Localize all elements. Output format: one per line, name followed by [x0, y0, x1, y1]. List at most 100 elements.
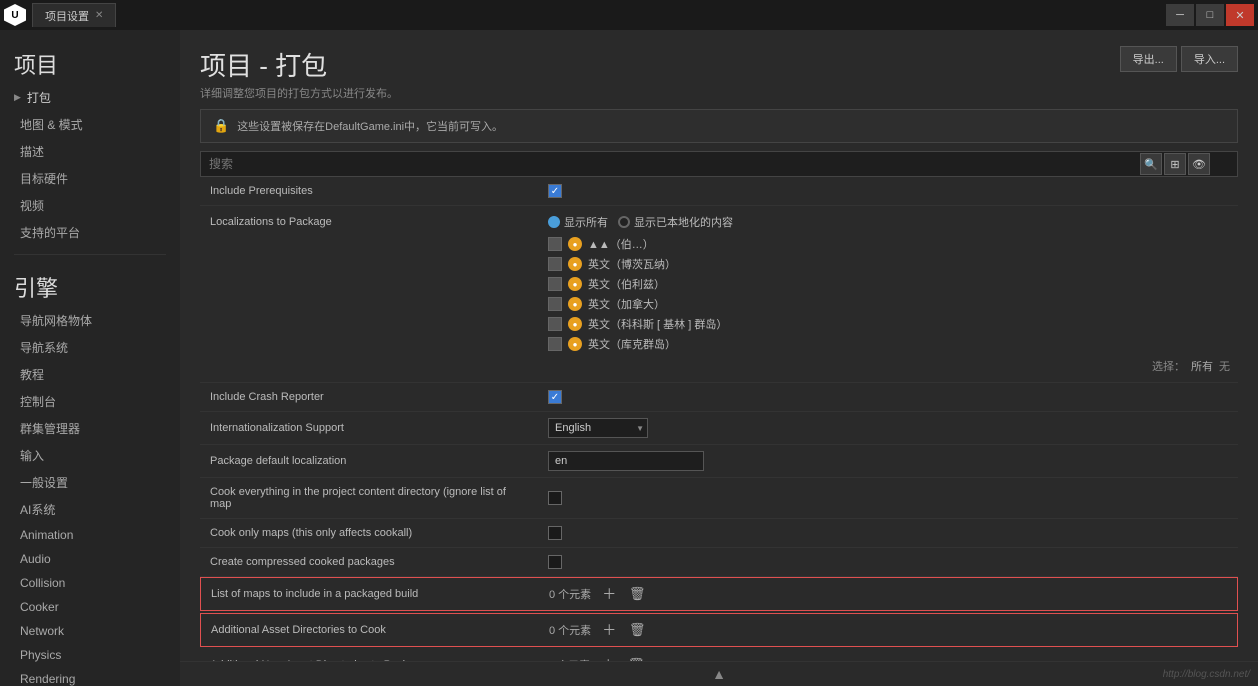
sidebar-item-network[interactable]: Network	[0, 619, 180, 643]
additional-asset-dirs-delete-icon[interactable]: 🗑	[627, 620, 647, 640]
page-title: 项目 - 打包	[200, 46, 398, 83]
list-of-maps-count: 0 个元素	[549, 586, 591, 602]
sidebar-item-input-label: 输入	[20, 447, 44, 464]
sidebar-item-animation[interactable]: Animation	[0, 523, 180, 547]
title-bar-left: U 项目设置 ✕	[4, 3, 116, 27]
grid-view-icon[interactable]: ⊞	[1164, 153, 1186, 175]
sidebar-item-general[interactable]: 一般设置	[0, 469, 180, 496]
app-body: 项目 ▶ 打包 地图 & 模式 描述 目标硬件 视频 支持的平台 引擎 导航网格…	[0, 30, 1258, 686]
tab-close-icon[interactable]: ✕	[95, 10, 103, 21]
cook-only-maps-row: Cook only maps (this only affects cookal…	[200, 519, 1238, 548]
sidebar-item-rendering[interactable]: Rendering	[0, 667, 180, 686]
loc-item-cocos-label: 英文（科科斯 [ 基林 ] 群岛）	[588, 316, 727, 332]
cook-everything-row: Cook everything in the project content d…	[200, 478, 1238, 519]
content-title-area: 项目 - 打包 详细调整您项目的打包方式以进行发布。	[200, 46, 398, 101]
sidebar-item-console[interactable]: 控制台	[0, 388, 180, 415]
include-prerequisites-row: Include Prerequisites	[200, 177, 1238, 206]
sidebar-item-cluster-manager-label: 群集管理器	[20, 420, 80, 437]
maximize-button[interactable]: □	[1196, 4, 1224, 26]
sidebar-item-video[interactable]: 视频	[0, 192, 180, 219]
list-of-maps-value: 0 个元素 ＋ 🗑	[541, 582, 1237, 606]
sidebar-item-general-label: 一般设置	[20, 474, 68, 491]
additional-asset-dirs-add-icon[interactable]: ＋	[599, 620, 619, 640]
export-button[interactable]: 导出...	[1120, 46, 1177, 72]
loc-item-truncated-label: ▲▲（伯…）	[588, 236, 654, 252]
include-prerequisites-checkbox[interactable]	[548, 184, 562, 198]
content-area: 项目 - 打包 详细调整您项目的打包方式以进行发布。 导出... 导入... 🔒…	[180, 30, 1258, 686]
sidebar-item-cluster-manager[interactable]: 群集管理器	[0, 415, 180, 442]
radio-show-all-label: 显示所有	[564, 214, 608, 230]
search-icon[interactable]: 🔍	[1140, 153, 1162, 175]
loc-checkbox-truncated[interactable]	[548, 237, 562, 251]
scroll-down-icon[interactable]: ▲	[712, 666, 726, 682]
sidebar-item-maps-label: 地图 & 模式	[20, 116, 83, 133]
loc-checkbox-cocos[interactable]	[548, 317, 562, 331]
sidebar-item-input[interactable]: 输入	[0, 442, 180, 469]
sidebar-item-description[interactable]: 描述	[0, 138, 180, 165]
list-of-maps-row: List of maps to include in a packaged bu…	[200, 577, 1238, 611]
sidebar-item-maps[interactable]: 地图 & 模式	[0, 111, 180, 138]
radio-show-localized-label: 显示已本地化的内容	[634, 214, 733, 230]
cook-only-maps-checkbox[interactable]	[548, 526, 562, 540]
import-button[interactable]: 导入...	[1181, 46, 1238, 72]
crash-reporter-label: Include Crash Reporter	[200, 387, 540, 407]
list-of-maps-label: List of maps to include in a packaged bu…	[201, 584, 541, 604]
localization-show-localized[interactable]: 显示已本地化的内容	[618, 214, 733, 230]
internationalization-select[interactable]: English	[548, 418, 648, 438]
list-of-maps-add-icon[interactable]: ＋	[599, 584, 619, 604]
page-subtitle: 详细调整您项目的打包方式以进行发布。	[200, 85, 398, 101]
loc-checkbox-cook[interactable]	[548, 337, 562, 351]
filter-icon[interactable]: 👁	[1188, 153, 1210, 175]
internationalization-value: English	[540, 416, 1238, 440]
list-of-maps-delete-icon[interactable]: 🗑	[627, 584, 647, 604]
loc-checkbox-belize[interactable]	[548, 277, 562, 291]
localization-select-row: 选择： 所有 无	[540, 356, 1238, 376]
loc-item-cook-label: 英文（库克群岛）	[588, 336, 676, 352]
ue-logo-icon: U	[4, 4, 26, 26]
sidebar-item-physics[interactable]: Physics	[0, 643, 180, 667]
minimize-button[interactable]: ─	[1166, 4, 1194, 26]
sidebar-item-tutorials[interactable]: 教程	[0, 361, 180, 388]
sidebar-item-navmesh[interactable]: 导航网格物体	[0, 307, 180, 334]
lang-badge-belize: ●	[568, 277, 582, 291]
loc-item-cocos: ● 英文（科科斯 [ 基林 ] 群岛）	[548, 314, 1230, 334]
loc-checkbox-canada[interactable]	[548, 297, 562, 311]
sidebar-item-collision[interactable]: Collision	[0, 571, 180, 595]
crash-reporter-checkbox[interactable]	[548, 390, 562, 404]
sidebar-item-audio[interactable]: Audio	[0, 547, 180, 571]
sidebar-item-description-label: 描述	[20, 143, 44, 160]
select-label: 选择：	[1152, 358, 1185, 374]
project-settings-tab[interactable]: 项目设置 ✕	[32, 3, 116, 27]
window-controls: ─ □ ✕	[1166, 4, 1254, 26]
internationalization-label: Internationalization Support	[200, 418, 540, 438]
sidebar-item-ai[interactable]: AI系统	[0, 496, 180, 523]
sidebar-item-navsystem[interactable]: 导航系统	[0, 334, 180, 361]
localizations-label: Localizations to Package	[200, 212, 540, 232]
select-all-link[interactable]: 所有	[1191, 358, 1213, 374]
localizations-top-row: Localizations to Package 显示所有 显示已本地化的内容	[200, 212, 1238, 232]
lang-badge-botswana: ●	[568, 257, 582, 271]
cook-only-maps-value	[540, 524, 1238, 542]
sidebar-item-physics-label: Physics	[20, 648, 61, 662]
close-button[interactable]: ✕	[1226, 4, 1254, 26]
lock-icon: 🔒	[213, 118, 229, 134]
sidebar-item-cooker[interactable]: Cooker	[0, 595, 180, 619]
sidebar-item-target-hardware[interactable]: 目标硬件	[0, 165, 180, 192]
info-text: 这些设置被保存在DefaultGame.ini中，它当前可写入。	[237, 118, 503, 134]
radio-show-localized[interactable]	[618, 216, 630, 228]
additional-asset-dirs-count: 0 个元素	[549, 622, 591, 638]
tab-label: 项目设置	[45, 8, 89, 24]
compressed-cooked-checkbox[interactable]	[548, 555, 562, 569]
additional-asset-dirs-value: 0 个元素 ＋ 🗑	[541, 618, 1237, 642]
cook-everything-checkbox[interactable]	[548, 491, 562, 505]
sidebar-item-supported-platforms[interactable]: 支持的平台	[0, 219, 180, 246]
radio-show-all[interactable]	[548, 216, 560, 228]
package-localization-input[interactable]	[548, 451, 704, 471]
search-input[interactable]	[200, 151, 1238, 177]
additional-asset-dirs-row: Additional Asset Directories to Cook 0 个…	[200, 613, 1238, 647]
sidebar-item-packaging[interactable]: ▶ 打包	[0, 84, 180, 111]
bottom-area: ▲	[180, 661, 1258, 686]
info-bar: 🔒 这些设置被保存在DefaultGame.ini中，它当前可写入。	[200, 109, 1238, 143]
localization-show-all[interactable]: 显示所有	[548, 214, 608, 230]
loc-checkbox-botswana[interactable]	[548, 257, 562, 271]
